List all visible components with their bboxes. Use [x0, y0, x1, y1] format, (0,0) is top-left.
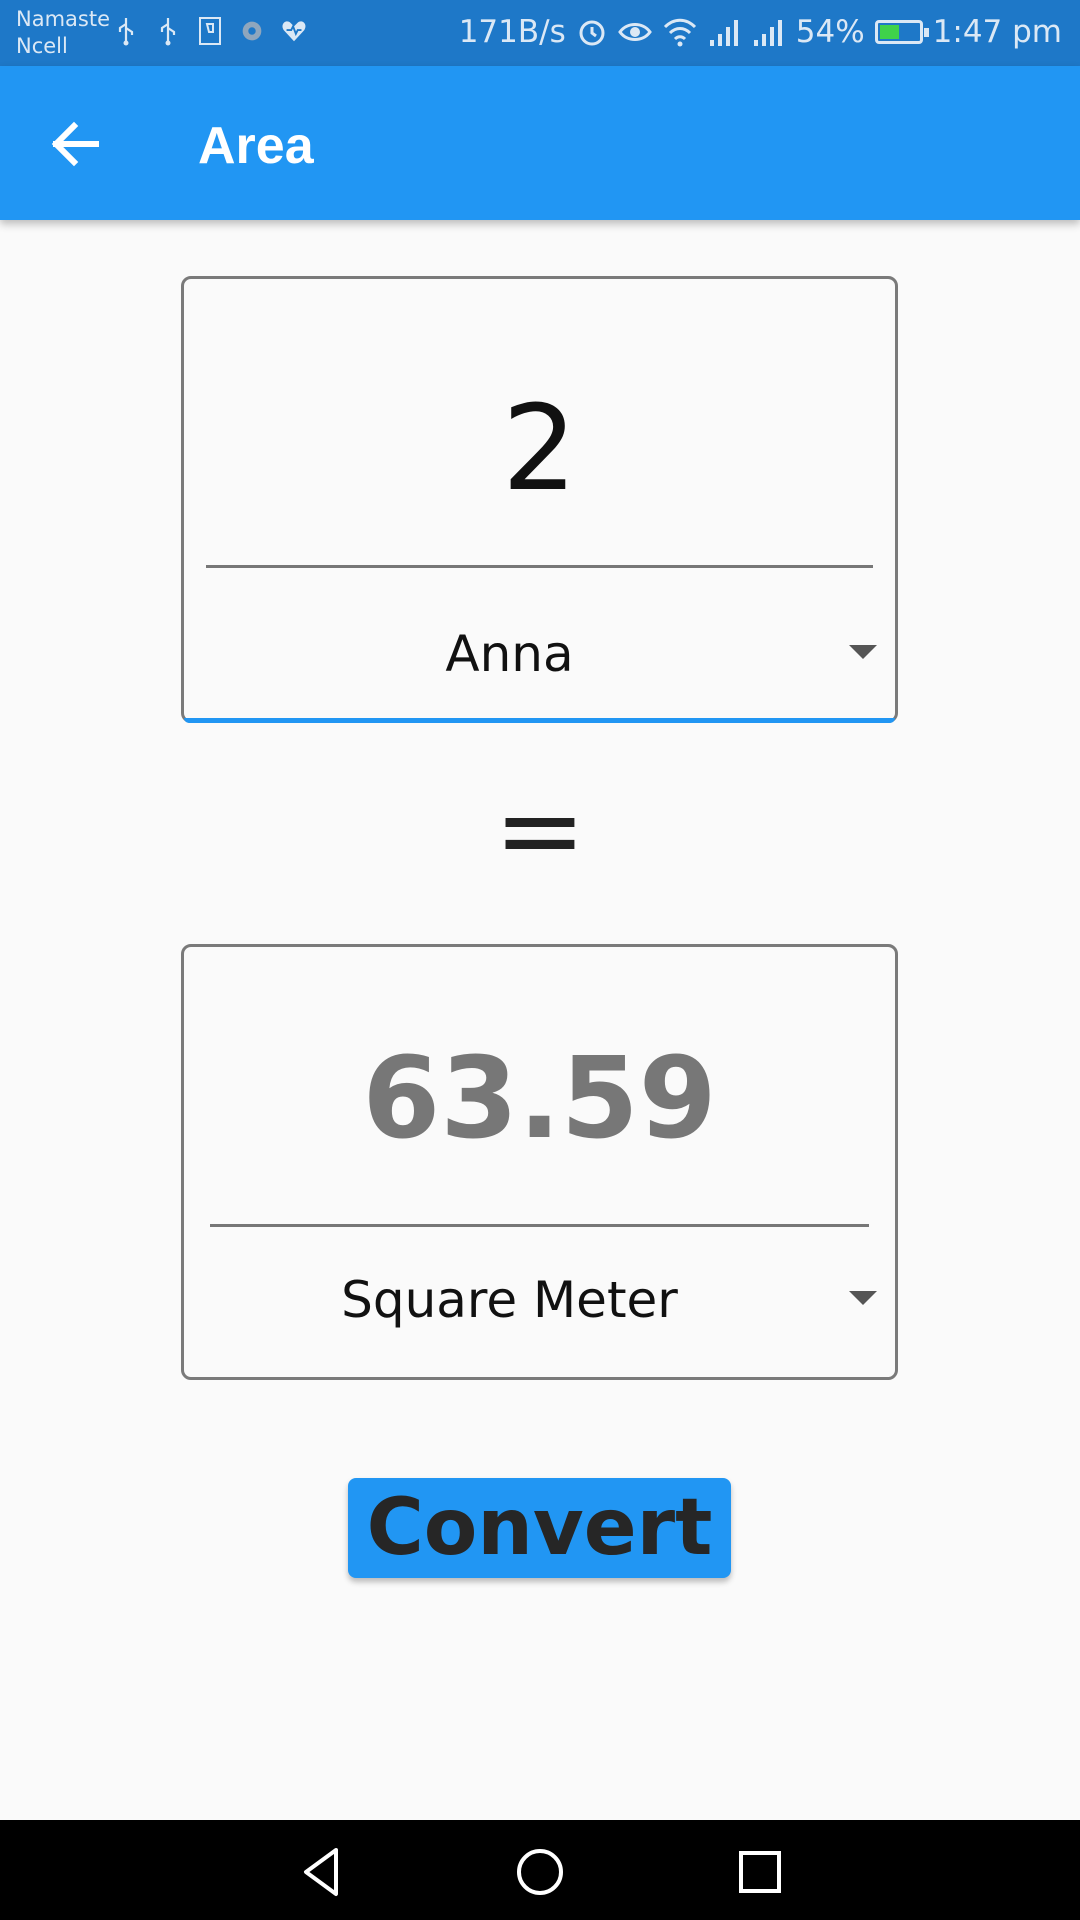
equals-sign: =: [493, 766, 587, 894]
to-unit-dropdown[interactable]: Square Meter: [184, 1255, 895, 1345]
app-bar: Area: [0, 66, 1080, 220]
notification-icons: [112, 16, 308, 46]
battery-icon: [874, 20, 929, 44]
convert-button[interactable]: Convert: [348, 1478, 731, 1578]
carrier-name: Namaste Ncell: [16, 6, 110, 60]
carrier-line2: Ncell: [16, 34, 68, 58]
output-card: 63.59 Square Meter: [181, 944, 898, 1380]
carrier-line1: Namaste: [16, 7, 110, 31]
network-speed: 171B/s: [458, 14, 566, 50]
system-nav-bar: [0, 1820, 1080, 1920]
battery-fill: [879, 25, 899, 39]
caret-down-icon: [849, 645, 877, 659]
eye-icon: [617, 23, 652, 41]
page-title: Area: [198, 117, 314, 175]
battery-percent: 54%: [795, 14, 865, 50]
input-underline: [206, 565, 873, 568]
recents-square-icon[interactable]: [728, 1840, 792, 1904]
output-underline: [210, 1224, 869, 1227]
result-value: 63.59: [362, 1034, 717, 1164]
home-circle-icon[interactable]: [508, 1840, 572, 1904]
clock: 1:47 pm: [932, 14, 1062, 50]
from-unit-label: Anna: [445, 625, 574, 683]
to-unit-label: Square Meter: [341, 1271, 678, 1329]
input-card: 2 Anna: [181, 276, 898, 723]
usb-icon: [118, 18, 134, 46]
signal-icon: [753, 20, 782, 46]
status-right: 171B/s 54% 1:47 pm: [459, 14, 1062, 50]
from-unit-dropdown[interactable]: Anna: [184, 609, 895, 699]
health-icon: [282, 21, 306, 42]
signal-icon: [709, 20, 738, 46]
usb-icon: [160, 18, 176, 46]
wifi-icon: [663, 18, 696, 47]
sim-icon: [199, 17, 221, 45]
alarm-icon: [579, 20, 605, 46]
arrow-left-icon[interactable]: [40, 108, 112, 180]
caret-down-icon: [849, 1291, 877, 1305]
input-value-field[interactable]: 2: [184, 379, 895, 517]
back-triangle-icon[interactable]: [290, 1840, 354, 1904]
status-bar: Namaste Ncell 171B/s 54% 1:47 pm: [0, 0, 1080, 66]
focus-indicator: [184, 718, 895, 723]
settings-icon: [242, 21, 262, 41]
